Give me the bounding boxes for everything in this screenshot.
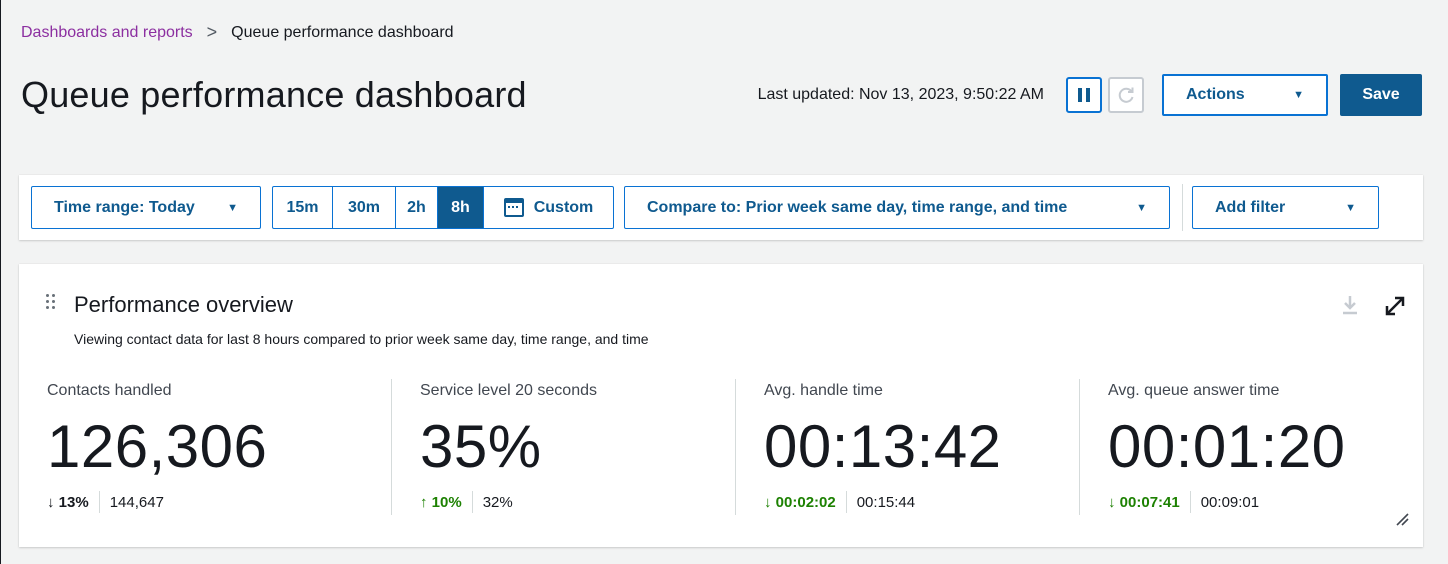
metric-label: Service level 20 seconds [420, 382, 597, 399]
metric-value: 126,306 [47, 413, 268, 480]
metric-prior-value: 32% [482, 493, 513, 511]
metric-label: Avg. queue answer time [1108, 382, 1280, 399]
caret-down-icon: ▼ [227, 201, 238, 214]
actions-label: Actions [1186, 86, 1245, 103]
custom-label: Custom [533, 198, 594, 216]
interval-15m-button[interactable]: 15m [273, 187, 333, 228]
metric-comparison: ↓ 13% 144,647 [47, 491, 390, 513]
breadcrumb: Dashboards and reports > Queue performan… [21, 22, 454, 43]
page-title: Queue performance dashboard [21, 74, 527, 115]
metric-delta: ↑ 10% [420, 493, 462, 511]
performance-overview-panel: Performance overview Viewing contact dat… [19, 264, 1423, 547]
metric-avg-handle-time: Avg. handle time 00:13:42 ↓ 00:02:02 00:… [735, 379, 1079, 515]
calendar-icon [503, 198, 524, 217]
metric-foot-divider [1189, 491, 1191, 513]
save-button[interactable]: Save [1340, 74, 1422, 116]
resize-handle-icon[interactable] [1395, 512, 1409, 526]
add-filter-dropdown[interactable]: Add filter ▼ [1192, 186, 1379, 229]
panel-title: Performance overview [74, 292, 293, 317]
custom-range-button[interactable]: Custom [484, 187, 613, 228]
refresh-button[interactable] [1108, 77, 1144, 113]
metric-avg-queue-answer-time: Avg. queue answer time 00:01:20 ↓ 00:07:… [1079, 379, 1399, 515]
interval-30m-button[interactable]: 30m [333, 187, 396, 228]
actions-dropdown-button[interactable]: Actions ▼ [1162, 74, 1328, 116]
breadcrumb-separator: > [206, 22, 218, 42]
compare-to-label: Compare to: Prior week same day, time ra… [647, 198, 1068, 216]
refresh-icon [1118, 87, 1134, 103]
interval-segmented-control: 15m 30m 2h 8h Custom [272, 186, 614, 229]
metric-comparison: ↓ 00:07:41 00:09:01 [1108, 491, 1399, 513]
metric-delta: ↓ 00:07:41 [1108, 493, 1180, 511]
metric-foot-divider [471, 491, 473, 513]
interval-2h-button[interactable]: 2h [396, 187, 438, 228]
download-icon[interactable] [1342, 294, 1358, 316]
add-filter-label: Add filter [1215, 198, 1286, 216]
pause-icon [1078, 88, 1090, 102]
metric-comparison: ↑ 10% 32% [420, 491, 735, 513]
metric-foot-divider [845, 491, 847, 513]
metric-prior-value: 144,647 [109, 493, 164, 511]
metric-value: 00:13:42 [764, 413, 1002, 480]
metric-contacts-handled: Contacts handled 126,306 ↓ 13% 144,647 [47, 379, 390, 515]
metric-label: Avg. handle time [764, 382, 883, 399]
pause-button[interactable] [1066, 77, 1102, 113]
filter-divider [1182, 184, 1183, 231]
metric-prior-value: 00:15:44 [856, 493, 916, 511]
drag-handle-icon[interactable] [46, 294, 55, 309]
header-controls: Last updated: Nov 13, 2023, 9:50:22 AM A… [758, 74, 1422, 116]
panel-subtitle: Viewing contact data for last 8 hours co… [74, 331, 649, 347]
breadcrumb-link-dashboards[interactable]: Dashboards and reports [21, 24, 193, 42]
caret-down-icon: ▼ [1345, 201, 1356, 214]
breadcrumb-current: Queue performance dashboard [231, 23, 454, 41]
metric-delta: ↓ 00:02:02 [764, 493, 836, 511]
time-range-label: Time range: Today [54, 198, 195, 216]
metric-comparison: ↓ 00:02:02 00:15:44 [764, 491, 1079, 513]
metric-value: 35% [420, 413, 542, 480]
last-updated-text: Last updated: Nov 13, 2023, 9:50:22 AM [757, 86, 1044, 103]
time-range-dropdown[interactable]: Time range: Today ▼ [31, 186, 261, 229]
expand-icon[interactable] [1383, 294, 1407, 318]
caret-down-icon: ▼ [1136, 201, 1147, 214]
metric-service-level: Service level 20 seconds 35% ↑ 10% 32% [391, 379, 735, 515]
compare-to-dropdown[interactable]: Compare to: Prior week same day, time ra… [624, 186, 1170, 229]
interval-8h-button[interactable]: 8h [438, 187, 484, 228]
filter-bar: Time range: Today ▼ 15m 30m 2h 8h Custom… [19, 175, 1423, 240]
metric-foot-divider [98, 491, 100, 513]
caret-down-icon: ▼ [1293, 89, 1304, 101]
metric-value: 00:01:20 [1108, 413, 1346, 480]
metric-label: Contacts handled [47, 382, 172, 399]
metric-delta: ↓ 13% [47, 493, 89, 511]
metric-prior-value: 00:09:01 [1200, 493, 1260, 511]
